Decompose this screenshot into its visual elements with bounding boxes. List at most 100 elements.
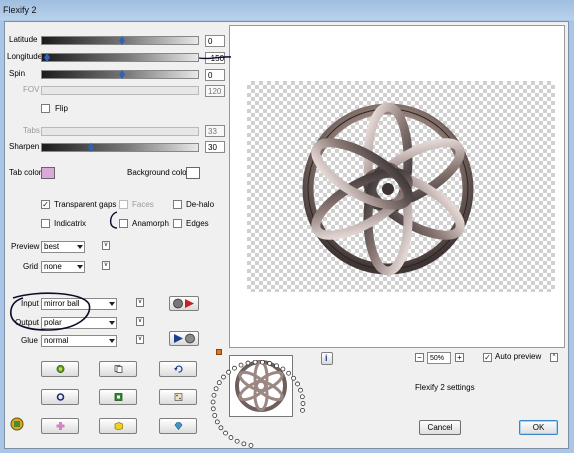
ring-icon bbox=[56, 393, 65, 401]
spin-slider[interactable] bbox=[41, 70, 199, 79]
dial-dot[interactable] bbox=[232, 365, 237, 371]
play-random-button[interactable] bbox=[169, 331, 199, 346]
sharpen-label: Sharpen bbox=[9, 142, 40, 151]
indicatrix-checkbox[interactable] bbox=[41, 219, 50, 228]
grid-lock-icon[interactable]: v bbox=[102, 261, 110, 270]
ok-button[interactable]: OK bbox=[519, 420, 558, 435]
window-title: Flexify 2 bbox=[3, 5, 37, 15]
dial-dot[interactable] bbox=[248, 443, 254, 448]
zoom-level[interactable]: 50% bbox=[427, 352, 451, 364]
dial-dot[interactable] bbox=[234, 438, 240, 444]
dial-dot[interactable] bbox=[226, 369, 231, 375]
dial-dot[interactable] bbox=[241, 441, 247, 447]
dial-dot[interactable] bbox=[218, 425, 224, 431]
output-select[interactable]: polar bbox=[41, 317, 117, 329]
preview-select[interactable]: best bbox=[41, 241, 85, 253]
flip-checkbox[interactable] bbox=[41, 104, 50, 113]
spin-thumb[interactable] bbox=[119, 70, 125, 79]
glue-select[interactable]: normal bbox=[41, 335, 117, 347]
dial-dot[interactable] bbox=[245, 360, 251, 366]
dial-dot[interactable] bbox=[212, 413, 218, 418]
tabs-field: 33 bbox=[205, 125, 225, 137]
annotation-bracket bbox=[109, 211, 118, 229]
dial-dot[interactable] bbox=[299, 394, 305, 400]
rotation-dial[interactable] bbox=[207, 360, 309, 452]
longitude-field[interactable]: -150 bbox=[205, 52, 225, 64]
tool-button-copy[interactable] bbox=[99, 361, 137, 377]
dial-dot[interactable] bbox=[267, 361, 273, 366]
background-color-swatch[interactable] bbox=[186, 167, 200, 179]
dial-dot[interactable] bbox=[291, 375, 296, 381]
longitude-slider[interactable] bbox=[41, 53, 199, 62]
dial-dot[interactable] bbox=[238, 362, 244, 368]
glue-select-value: normal bbox=[44, 336, 69, 345]
gem-icon bbox=[174, 422, 183, 430]
tab-color-swatch[interactable] bbox=[41, 167, 55, 179]
dial-dot[interactable] bbox=[260, 360, 265, 365]
sharpen-slider[interactable] bbox=[41, 143, 199, 152]
dial-dot[interactable] bbox=[223, 430, 228, 436]
dial-dot[interactable] bbox=[286, 370, 292, 376]
tool-button-ring[interactable] bbox=[41, 389, 79, 405]
latitude-thumb[interactable] bbox=[119, 36, 125, 45]
anamorph-label: Anamorph bbox=[132, 219, 169, 228]
faces-checkbox bbox=[119, 200, 128, 209]
flip-label: Flip bbox=[55, 104, 68, 113]
latitude-slider[interactable] bbox=[41, 36, 199, 45]
grid-label: Grid bbox=[23, 262, 39, 271]
dialog-body: Latitude 0 Longitude -150 Spin 0 FOV 120… bbox=[4, 21, 569, 449]
dial-dot[interactable] bbox=[298, 387, 303, 393]
swap-button[interactable] bbox=[169, 296, 199, 311]
input-lock-icon[interactable]: v bbox=[136, 298, 144, 307]
dial-dot[interactable] bbox=[300, 407, 305, 413]
preview-canvas[interactable] bbox=[229, 25, 565, 348]
dial-dot[interactable] bbox=[210, 399, 216, 405]
edges-checkbox[interactable] bbox=[173, 219, 182, 228]
navigator-handle[interactable] bbox=[216, 349, 222, 355]
dial-dot[interactable] bbox=[216, 380, 222, 386]
preview-lock-icon[interactable]: v bbox=[102, 241, 110, 250]
dial-dot[interactable] bbox=[213, 386, 219, 392]
dial-dot[interactable] bbox=[221, 374, 226, 380]
de-halo-checkbox[interactable] bbox=[173, 200, 182, 209]
transparent-gaps-label: Transparent gaps bbox=[54, 200, 117, 209]
info-button[interactable]: i bbox=[321, 352, 333, 365]
spin-field[interactable]: 0 bbox=[205, 69, 225, 81]
tool-button-square[interactable] bbox=[99, 389, 137, 405]
tool-button-cross[interactable] bbox=[41, 418, 79, 434]
sharpen-thumb[interactable] bbox=[88, 143, 94, 152]
sharpen-field[interactable]: 30 bbox=[205, 141, 225, 153]
dial-dot[interactable] bbox=[295, 381, 300, 387]
auto-preview-checkbox[interactable]: ✓ bbox=[483, 353, 492, 362]
output-lock-icon[interactable]: v bbox=[136, 317, 144, 326]
swap-icon bbox=[173, 298, 194, 309]
cancel-button[interactable]: Cancel bbox=[419, 420, 461, 435]
tool-button-cube[interactable] bbox=[99, 418, 137, 434]
tool-button-dice[interactable] bbox=[159, 389, 197, 405]
tool-button-gem[interactable] bbox=[159, 418, 197, 434]
tool-button-undo[interactable] bbox=[159, 361, 197, 377]
dial-dot[interactable] bbox=[211, 392, 217, 398]
dial-dot[interactable] bbox=[280, 366, 286, 372]
dial-dot[interactable] bbox=[210, 406, 216, 412]
input-select[interactable]: mirror ball bbox=[41, 298, 117, 310]
dial-dot[interactable] bbox=[214, 419, 220, 425]
dial-dot[interactable] bbox=[228, 435, 234, 440]
dial-dot[interactable] bbox=[300, 401, 306, 406]
zoom-in-button[interactable]: + bbox=[455, 353, 464, 362]
dial-dot[interactable] bbox=[274, 363, 279, 369]
tool-button-globe[interactable] bbox=[41, 361, 79, 377]
zoom-out-button[interactable]: − bbox=[415, 353, 424, 362]
chevron-down-icon bbox=[77, 265, 83, 269]
dial-dot[interactable] bbox=[252, 360, 258, 365]
output-label: Output bbox=[15, 318, 40, 327]
grid-select[interactable]: none bbox=[41, 261, 85, 273]
expand-icon[interactable]: ^ bbox=[550, 353, 558, 362]
glue-lock-icon[interactable]: v bbox=[136, 335, 144, 344]
anamorph-checkbox[interactable] bbox=[119, 219, 128, 228]
longitude-thumb[interactable] bbox=[44, 53, 50, 62]
faces-label: Faces bbox=[132, 200, 154, 209]
latitude-field[interactable]: 0 bbox=[205, 35, 225, 47]
title-bar[interactable]: Flexify 2 bbox=[0, 0, 574, 20]
transparent-gaps-checkbox[interactable]: ✓ bbox=[41, 200, 50, 209]
